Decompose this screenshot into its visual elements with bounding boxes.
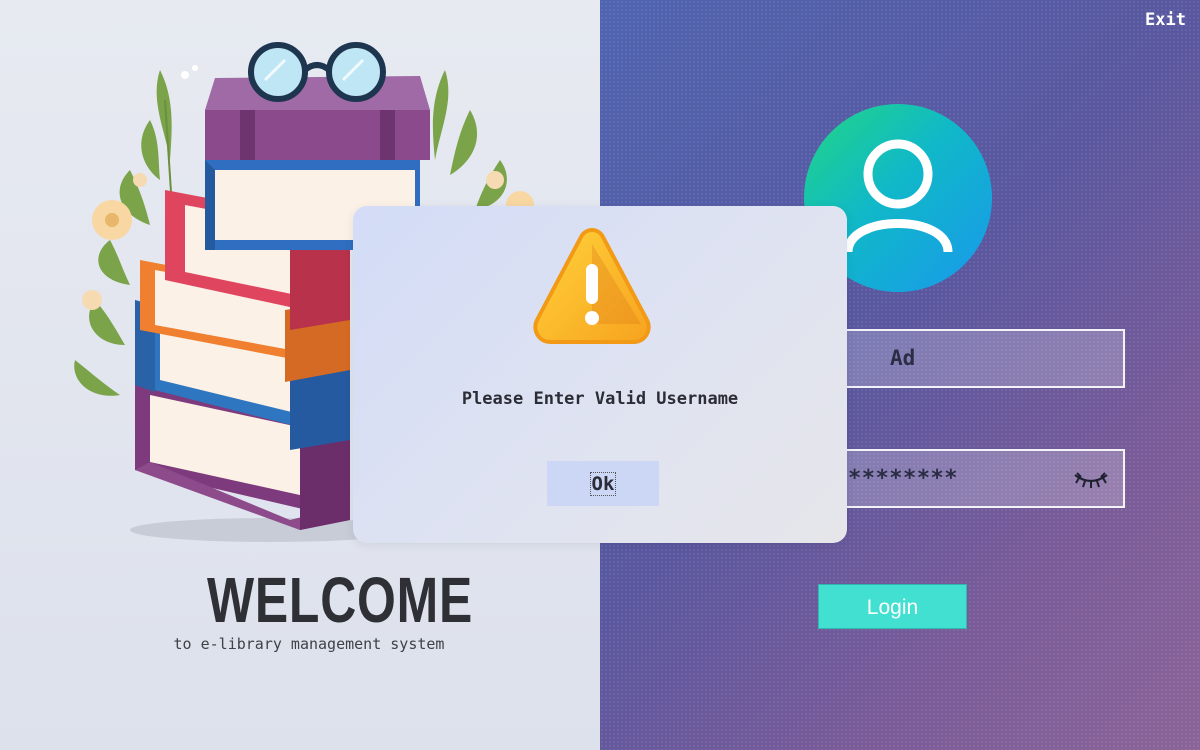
leaves-right <box>432 70 507 210</box>
login-button[interactable]: Login <box>818 584 967 629</box>
welcome-title: WELCOME <box>206 564 474 636</box>
username-value: Ad <box>890 346 916 370</box>
username-field[interactable]: Ad <box>836 329 1125 388</box>
warning-icon <box>533 227 651 344</box>
password-field[interactable]: ******** <box>836 449 1125 508</box>
ok-button[interactable]: Ok <box>547 461 659 506</box>
ok-label: Ok <box>589 472 617 496</box>
password-value: ******** <box>848 466 958 491</box>
exit-button[interactable]: Exit <box>1145 10 1186 30</box>
welcome-subtitle: to e-library management system <box>173 635 445 653</box>
error-dialog: Please Enter Valid Username Ok <box>353 206 847 543</box>
dialog-message: Please Enter Valid Username <box>461 389 739 409</box>
eye-closed-icon[interactable] <box>1071 465 1111 493</box>
book-purple-top <box>205 76 430 160</box>
